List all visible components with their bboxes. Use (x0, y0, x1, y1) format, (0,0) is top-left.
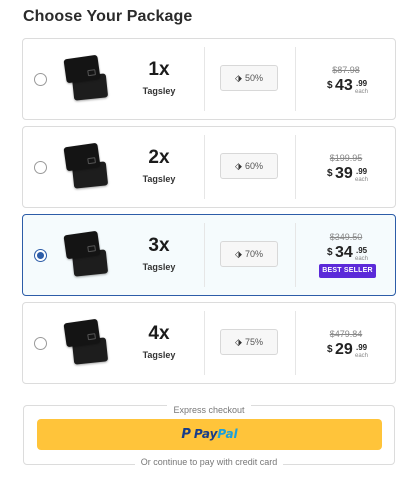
price-currency: $ (327, 80, 333, 91)
tag-icon: ⬗ (235, 337, 242, 347)
price-whole: 34 (335, 244, 353, 261)
express-checkout-legend: Express checkout (24, 400, 394, 418)
product-image (63, 142, 111, 189)
price-currency: $ (327, 247, 333, 258)
package-quantity: 2x (148, 147, 170, 168)
package-option-2x[interactable]: 2x Tagsley ⬗ 60% $199.95 $ 39 .99 each (22, 126, 396, 208)
divider (295, 135, 296, 199)
price-cents: .99 (356, 343, 368, 352)
price-unit: each (355, 256, 369, 262)
package-quantity: 4x (148, 323, 170, 344)
discount-badge: ⬗ 60% (220, 153, 278, 179)
tag-icon: ⬗ (235, 161, 242, 171)
product-image (63, 54, 111, 101)
price-unit: each (355, 353, 369, 359)
product-image (63, 230, 111, 277)
package-brand: Tagsley (142, 350, 176, 360)
package-quantity: 1x (148, 59, 170, 80)
package-quantity: 3x (148, 235, 170, 256)
discount-badge: ⬗ 75% (220, 329, 278, 355)
original-price: $349.50 (329, 232, 363, 242)
credit-card-footer: Or continue to pay with credit card (24, 452, 394, 470)
package-brand: Tagsley (142, 86, 176, 96)
price-whole: 29 (335, 341, 353, 358)
paypal-wordmark-pal: Pal (217, 427, 238, 441)
tag-icon: ⬗ (235, 249, 242, 259)
original-price: $199.95 (329, 153, 363, 163)
price-unit: each (355, 177, 369, 183)
divider (204, 311, 205, 375)
divider (204, 135, 205, 199)
package-option-1x[interactable]: 1x Tagsley ⬗ 50% $87.98 $ 43 .99 each (22, 38, 396, 120)
package-brand: Tagsley (142, 262, 176, 272)
price-cents: .99 (356, 167, 368, 176)
paypal-button[interactable]: P PayPal (37, 419, 382, 450)
price-cents: .99 (356, 79, 368, 88)
discount-value: 70% (244, 249, 263, 259)
package-radio[interactable] (34, 337, 47, 350)
package-radio-selected[interactable] (34, 249, 47, 262)
divider (295, 47, 296, 111)
divider (295, 223, 296, 287)
discount-value: 75% (244, 337, 263, 347)
divider (295, 311, 296, 375)
discount-value: 50% (244, 73, 263, 83)
price-whole: 39 (335, 165, 353, 182)
original-price: $479.84 (329, 329, 363, 339)
divider (204, 47, 205, 111)
price-currency: $ (327, 168, 333, 179)
tag-icon: ⬗ (235, 73, 242, 83)
product-image (63, 318, 111, 365)
package-option-3x[interactable]: 3x Tagsley ⬗ 70% $349.50 $ 34 .95 each BE… (22, 214, 396, 296)
express-checkout-box: Express checkout P PayPal Or continue to … (23, 405, 395, 467)
best-seller-badge: BEST SELLER (319, 264, 376, 278)
package-option-4x[interactable]: 4x Tagsley ⬗ 75% $479.84 $ 29 .99 each (22, 302, 396, 384)
divider (204, 223, 205, 287)
original-price: $87.98 (332, 65, 360, 75)
package-brand: Tagsley (142, 174, 176, 184)
paypal-wordmark-pay: Pay (193, 427, 218, 441)
discount-value: 60% (244, 161, 263, 171)
price-unit: each (355, 89, 369, 95)
price-currency: $ (327, 344, 333, 355)
discount-badge: ⬗ 50% (220, 65, 278, 91)
package-radio[interactable] (34, 161, 47, 174)
page-title: Choose Your Package (23, 8, 193, 25)
package-radio[interactable] (34, 73, 47, 86)
price-cents: .95 (356, 246, 368, 255)
express-checkout-label: Express checkout (167, 405, 251, 415)
paypal-icon: P (181, 427, 191, 442)
credit-card-text: Or continue to pay with credit card (134, 457, 284, 467)
paypal-logo: P PayPal (181, 427, 237, 442)
price-whole: 43 (335, 77, 353, 94)
discount-badge: ⬗ 70% (220, 241, 278, 267)
